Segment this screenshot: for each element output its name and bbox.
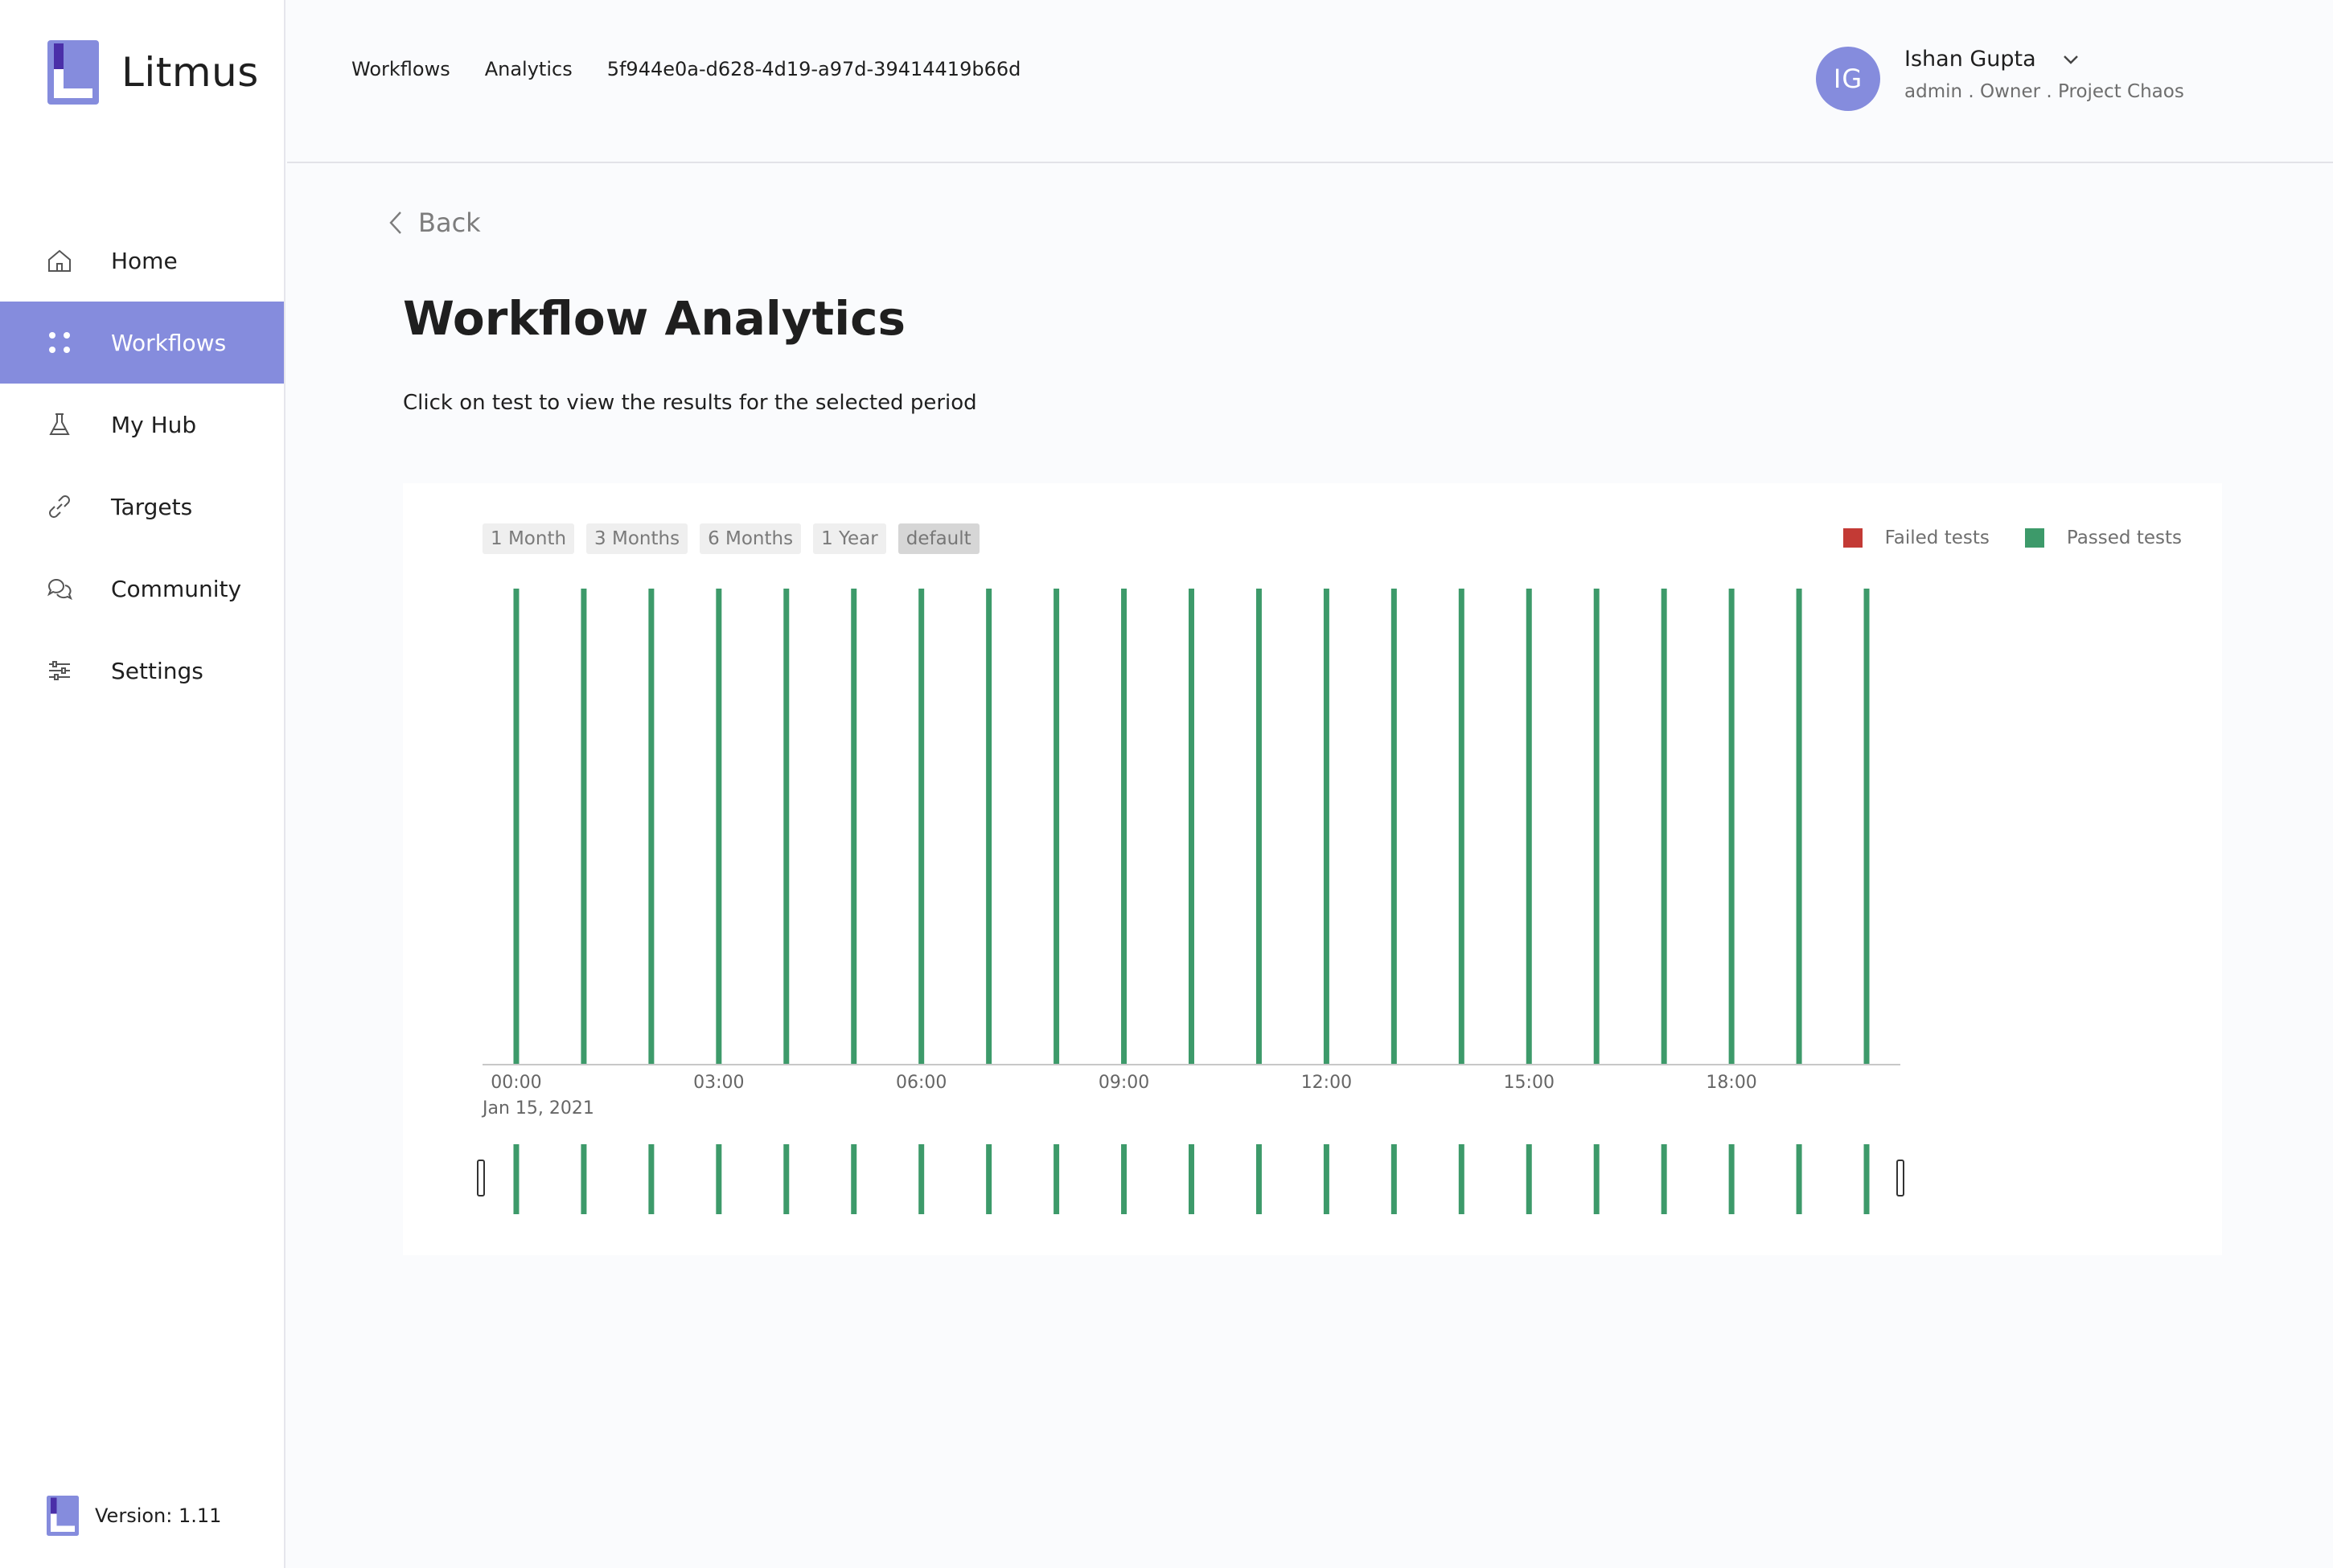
avatar[interactable]: IG — [1816, 47, 1880, 111]
passed-tests-bar[interactable] — [581, 589, 587, 1064]
passed-tests-bar[interactable] — [716, 589, 722, 1064]
passed-tests-bar[interactable] — [1255, 589, 1262, 1064]
passed-tests-navigator-bar — [581, 1144, 587, 1214]
passed-tests-bar[interactable] — [918, 589, 925, 1064]
home-icon — [45, 246, 74, 275]
sidebar-item-settings[interactable]: Settings — [0, 630, 284, 712]
brand[interactable]: Litmus — [47, 40, 259, 105]
chevron-left-icon — [389, 211, 401, 234]
link-icon — [45, 492, 74, 521]
chat-icon — [45, 574, 74, 603]
passed-tests-navigator-bar — [648, 1144, 655, 1214]
sidebar-item-label: Targets — [111, 493, 193, 520]
passed-tests-bar[interactable] — [1863, 589, 1870, 1064]
flask-icon — [45, 410, 74, 439]
breadcrumb: Workflows Analytics 5f944e0a-d628-4d19-a… — [351, 58, 1055, 80]
passed-tests-bar[interactable] — [1593, 589, 1600, 1064]
x-tick-label: 03:00 — [693, 1073, 744, 1093]
sidebar-item-label: Home — [111, 247, 178, 274]
passed-tests-bar[interactable] — [1661, 589, 1667, 1064]
sidebar-item-label: Settings — [111, 657, 203, 684]
passed-tests-bar[interactable] — [1796, 589, 1802, 1064]
passed-tests-bar[interactable] — [851, 589, 857, 1064]
passed-tests-bar[interactable] — [1054, 589, 1060, 1064]
passed-tests-navigator-bar — [1390, 1144, 1397, 1214]
sidebar-item-label: My Hub — [111, 411, 197, 438]
breadcrumb-workflows[interactable]: Workflows — [351, 58, 450, 80]
x-tick-label: 18:00 — [1706, 1073, 1756, 1093]
passed-tests-navigator-bar — [1593, 1144, 1600, 1214]
passed-tests-bar[interactable] — [513, 589, 520, 1064]
litmus-logo-icon — [47, 40, 99, 105]
passed-tests-navigator-bar — [1054, 1144, 1060, 1214]
user-info: Ishan Gupta admin . Owner . Project Chao… — [1904, 47, 2184, 102]
version-label: Version: 1.11 — [95, 1504, 222, 1527]
sidebar-item-workflows[interactable]: Workflows — [0, 302, 284, 384]
sidebar-item-community[interactable]: Community — [0, 548, 284, 630]
user-menu[interactable]: IG Ishan Gupta admin . Owner . Project C… — [1816, 47, 2184, 111]
back-label: Back — [418, 207, 481, 238]
x-tick-label: 12:00 — [1301, 1073, 1352, 1093]
back-button[interactable]: Back — [386, 207, 481, 238]
page-subtitle: Click on test to view the results for th… — [403, 391, 977, 415]
sidebar-item-label: Workflows — [111, 329, 227, 356]
passed-tests-navigator-bar — [1121, 1144, 1127, 1214]
litmus-logo-icon — [47, 1496, 79, 1536]
user-role: admin . Owner . Project Chaos — [1904, 81, 2184, 102]
x-date-label: Jan 15, 2021 — [481, 1098, 594, 1119]
passed-tests-navigator-bar — [1323, 1144, 1329, 1214]
version-info: Version: 1.11 — [47, 1496, 221, 1536]
passed-tests-navigator-bar — [1526, 1144, 1532, 1214]
sidebar-nav: Home Workflows My Hub Targets Community — [0, 220, 284, 712]
top-header: Workflows Analytics 5f944e0a-d628-4d19-a… — [287, 0, 2333, 163]
page-title: Workflow Analytics — [403, 291, 906, 346]
passed-tests-bar[interactable] — [1189, 589, 1194, 1064]
passed-tests-navigator-bar — [1458, 1144, 1464, 1214]
brand-name: Litmus — [121, 49, 259, 96]
passed-tests-navigator-bar — [716, 1144, 722, 1214]
sidebar-item-label: Community — [111, 575, 242, 602]
navigator-right-handle[interactable] — [1896, 1160, 1904, 1197]
navigator-left-handle[interactable] — [477, 1160, 485, 1197]
passed-tests-navigator-bar — [851, 1144, 857, 1214]
passed-tests-bar[interactable] — [1526, 589, 1532, 1064]
workflows-icon — [45, 328, 74, 357]
passed-tests-navigator-bar — [1189, 1144, 1194, 1214]
sidebar-item-targets[interactable]: Targets — [0, 466, 284, 548]
passed-tests-navigator-bar — [1728, 1144, 1735, 1214]
passed-tests-bar[interactable] — [783, 589, 790, 1064]
passed-tests-bar[interactable] — [1390, 589, 1397, 1064]
passed-tests-navigator-bar — [1863, 1144, 1870, 1214]
breadcrumb-workflow-id[interactable]: 5f944e0a-d628-4d19-a97d-39414419b66d — [607, 58, 1021, 80]
passed-tests-navigator-bar — [1661, 1144, 1667, 1214]
breadcrumb-analytics[interactable]: Analytics — [485, 58, 573, 80]
passed-tests-bar[interactable] — [986, 589, 992, 1064]
analytics-chart-card: 1 Month 3 Months 6 Months 1 Year default… — [403, 483, 2222, 1255]
workflow-bar-chart[interactable]: 00:00 03:00 06:00 09:00 12:00 15:00 18:00 Jan 1… — [403, 483, 2222, 1255]
user-name: Ishan Gupta — [1904, 47, 2036, 72]
passed-tests-bar[interactable] — [1458, 589, 1464, 1064]
sliders-icon — [45, 656, 74, 685]
sidebar: Litmus Home Workflows My Hub Targets Com… — [0, 0, 285, 1568]
passed-tests-navigator-bar — [918, 1144, 925, 1214]
passed-tests-navigator-bar — [1796, 1144, 1802, 1214]
x-tick-label: 06:00 — [896, 1073, 947, 1093]
passed-tests-bar[interactable] — [648, 589, 655, 1064]
passed-tests-bar[interactable] — [1121, 589, 1127, 1064]
passed-tests-bar[interactable] — [1728, 589, 1735, 1064]
passed-tests-navigator-bar — [986, 1144, 992, 1214]
passed-tests-navigator-bar — [783, 1144, 790, 1214]
chevron-down-icon[interactable] — [2060, 49, 2081, 70]
sidebar-item-my-hub[interactable]: My Hub — [0, 384, 284, 466]
x-tick-label: 15:00 — [1504, 1073, 1555, 1093]
passed-tests-bar[interactable] — [1323, 589, 1329, 1064]
passed-tests-navigator-bar — [1255, 1144, 1262, 1214]
x-tick-label: 09:00 — [1099, 1073, 1149, 1093]
sidebar-item-home[interactable]: Home — [0, 220, 284, 302]
x-tick-label: 00:00 — [491, 1073, 541, 1093]
passed-tests-navigator-bar — [513, 1144, 520, 1214]
